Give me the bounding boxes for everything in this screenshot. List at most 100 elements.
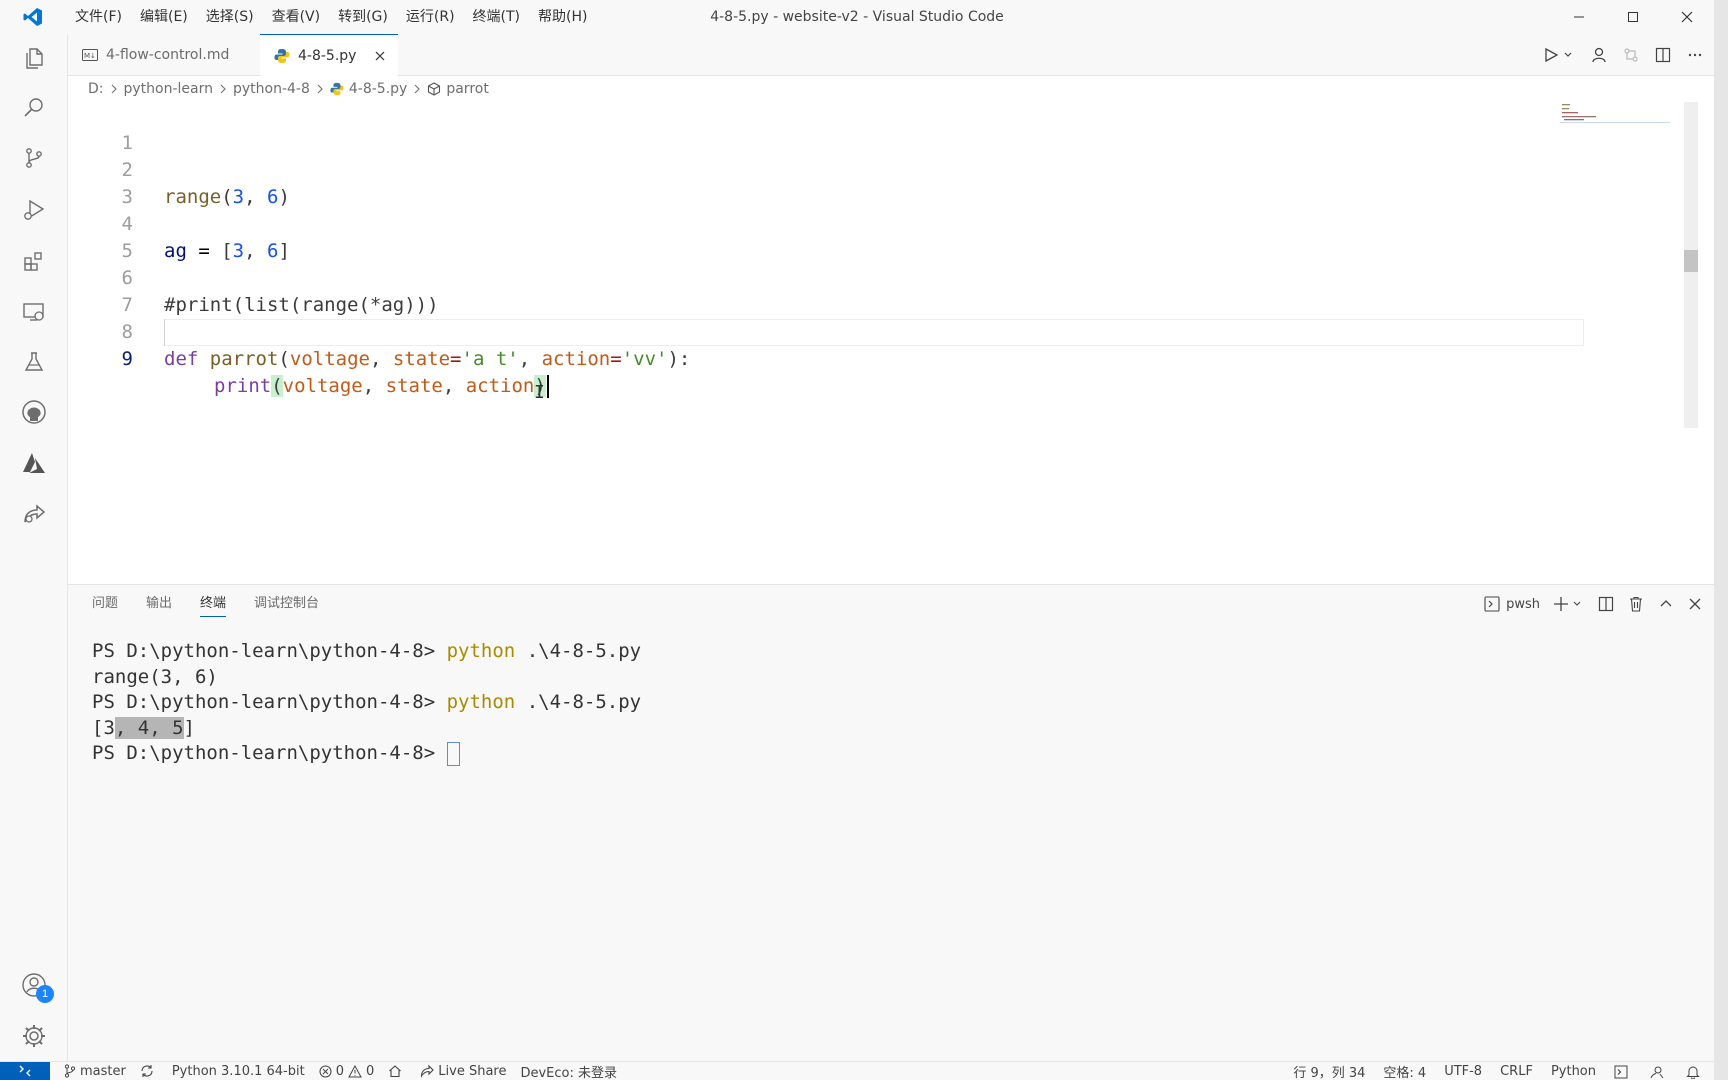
new-terminal-button[interactable] (1554, 596, 1584, 612)
close-window-button[interactable] (1660, 0, 1714, 34)
breadcrumb-file-label: 4-8-5.py (348, 81, 408, 97)
terminal-shell-selector[interactable]: pwsh (1484, 596, 1540, 612)
terminal-status-button[interactable] (1614, 1065, 1632, 1079)
maximize-button[interactable] (1606, 0, 1660, 34)
terminal-icon (1614, 1065, 1628, 1078)
chevron-up-icon (1660, 600, 1672, 607)
close-icon (1689, 598, 1701, 610)
mouse-ibeam-cursor-icon: I (534, 382, 545, 403)
tab-output[interactable]: 输出 (146, 585, 172, 623)
menu-go[interactable]: 转到(G) (329, 0, 397, 34)
split-terminal-button[interactable] (1598, 596, 1614, 612)
editor-scrollbar[interactable] (1684, 102, 1698, 428)
minimap[interactable] (1560, 102, 1670, 142)
tab-4-flow-control-md[interactable]: M↓ 4-flow-control.md (68, 34, 236, 76)
github-button[interactable] (0, 388, 68, 436)
home-button[interactable] (388, 1064, 406, 1078)
close-icon (1681, 11, 1693, 23)
remote-explorer-button[interactable] (0, 288, 68, 336)
scrollbar-thumb[interactable] (1684, 250, 1698, 272)
code-line: 3 (68, 157, 1584, 208)
testing-icon (24, 352, 44, 371)
trash-icon (1630, 596, 1642, 612)
split-editor-button[interactable] (1652, 44, 1674, 66)
panel-actions: pwsh (1484, 585, 1702, 623)
editor-tab-bar: M↓ 4-flow-control.md 4-8-5.py (68, 34, 1714, 77)
play-icon (1545, 47, 1572, 63)
tab-4-8-5-py[interactable]: 4-8-5.py (260, 34, 398, 77)
remote-explorer-icon (23, 303, 44, 321)
breadcrumb-folder-python-4-8[interactable]: python-4-8 (233, 81, 310, 97)
tab-label: 4-flow-control.md (106, 47, 230, 63)
deveco-status[interactable]: DevEco: 未登录 (520, 1062, 617, 1080)
kill-terminal-button[interactable] (1628, 596, 1644, 612)
plus-icon (1554, 597, 1581, 611)
cursor-position-status[interactable]: 行 9，列 34 (1293, 1062, 1365, 1080)
close-panel-button[interactable] (1688, 597, 1702, 611)
more-actions-button[interactable] (1684, 44, 1706, 66)
live-share-status[interactable]: Live Share (420, 1064, 506, 1079)
menu-help[interactable]: 帮助(H) (529, 0, 596, 34)
code-line: 5 (68, 211, 1584, 262)
close-tab-button[interactable] (372, 48, 388, 64)
remote-indicator-button[interactable] (0, 1061, 50, 1080)
tab-problems[interactable]: 问题 (92, 585, 118, 623)
terminal-line: range(3, 6) (92, 665, 218, 688)
run-python-file-button[interactable] (1542, 44, 1578, 66)
breadcrumb-file[interactable]: 4-8-5.py (330, 81, 407, 97)
menu-selection[interactable]: 选择(S) (197, 0, 263, 34)
activity-bar: 1 (0, 34, 68, 1061)
text-cursor (546, 375, 549, 398)
menu-file[interactable]: 文件(F) (66, 0, 131, 34)
line-number: 9 (121, 348, 133, 370)
extensions-button[interactable] (0, 237, 68, 285)
manage-button[interactable] (0, 1012, 68, 1060)
account-action-button[interactable] (1588, 44, 1610, 66)
live-share-button[interactable] (0, 490, 68, 538)
breadcrumb-symbol[interactable]: parrot (427, 81, 489, 97)
run-debug-button[interactable] (0, 186, 68, 234)
sync-icon (141, 1065, 153, 1077)
branch-status[interactable]: master (64, 1064, 126, 1079)
menu-terminal[interactable]: 终端(T) (464, 0, 529, 34)
encoding-status[interactable]: UTF-8 (1444, 1064, 1482, 1079)
language-mode-status[interactable]: Python (1551, 1064, 1596, 1079)
feedback-button[interactable] (1650, 1065, 1668, 1079)
source-control-button[interactable] (0, 134, 68, 182)
tab-label: 4-8-5.py (298, 48, 357, 64)
menu-view[interactable]: 查看(V) (263, 0, 330, 34)
menu-edit[interactable]: 编辑(E) (131, 0, 197, 34)
azure-button[interactable] (0, 439, 68, 487)
breadcrumb-folder-python-learn[interactable]: python-learn (124, 81, 214, 97)
run-debug-icon (24, 199, 45, 220)
warning-icon (348, 1064, 362, 1077)
maximize-panel-button[interactable] (1658, 596, 1674, 612)
git-compare-icon (1624, 48, 1638, 62)
minimize-button[interactable] (1552, 0, 1606, 34)
bottom-panel: 问题 输出 终端 调试控制台 pwsh PS D:\python-learn\p… (68, 584, 1714, 1061)
explorer-button[interactable] (0, 34, 68, 82)
eol-status[interactable]: CRLF (1500, 1064, 1533, 1079)
sync-button[interactable] (140, 1064, 158, 1078)
notifications-button[interactable] (1686, 1065, 1704, 1079)
indentation-status[interactable]: 空格: 4 (1383, 1062, 1426, 1080)
close-icon (375, 51, 385, 61)
explorer-icon (26, 48, 43, 69)
split-editor-icon (1655, 47, 1671, 63)
code-editor[interactable]: 1 2 range(3, 6) 3 4 ag = [3, 6] 5 6 #pri… (68, 102, 1698, 584)
problems-status[interactable]: 0 0 (319, 1064, 374, 1079)
python-interpreter-status[interactable]: Python 3.10.1 64-bit (172, 1064, 305, 1079)
tab-debug-console[interactable]: 调试控制台 (254, 585, 319, 623)
tab-terminal[interactable]: 终端 (200, 585, 227, 623)
terminal-output[interactable]: PS D:\python-learn\python-4-8> python .\… (92, 639, 641, 767)
testing-button[interactable] (0, 338, 68, 386)
code-line: 2 range(3, 6) (68, 130, 1584, 208)
live-share-icon (24, 504, 46, 523)
code-line: 8 def parrot(voltage, state='a t', actio… (68, 292, 1584, 370)
menu-run[interactable]: 运行(R) (397, 0, 464, 34)
compare-changes-button[interactable] (1620, 44, 1642, 66)
terminal-cursor (446, 741, 460, 766)
breadcrumb-drive[interactable]: D: (88, 81, 104, 97)
search-button[interactable] (0, 84, 68, 132)
accounts-button[interactable]: 1 (0, 961, 68, 1009)
